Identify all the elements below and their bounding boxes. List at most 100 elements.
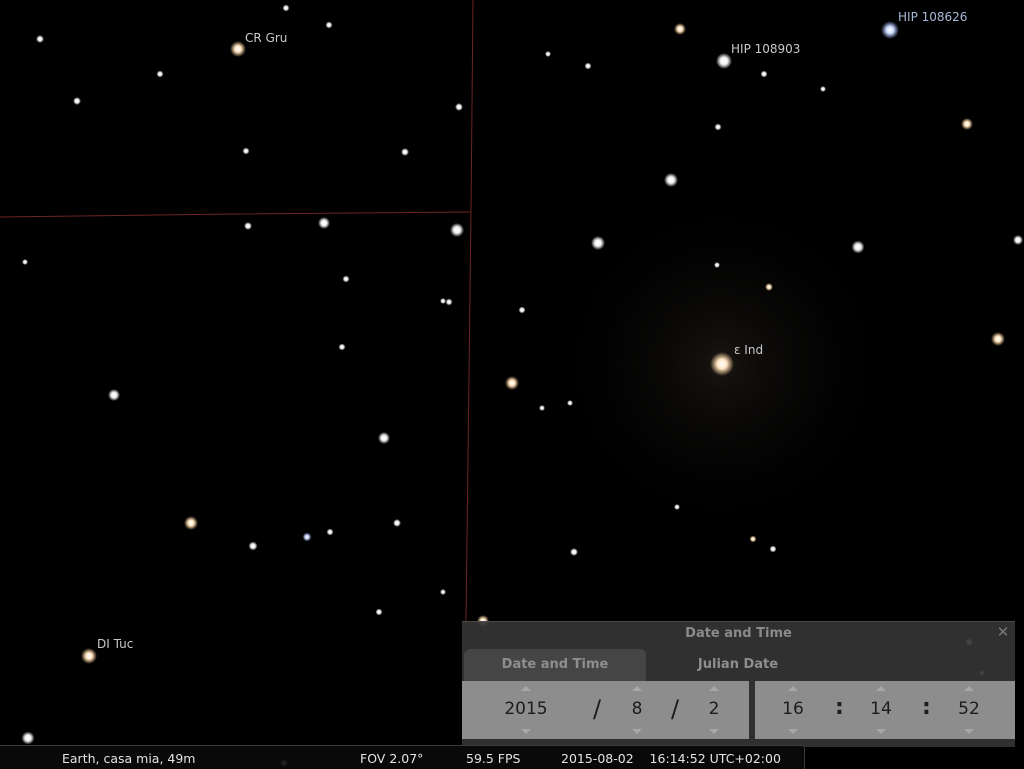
star[interactable] [765, 283, 773, 291]
star[interactable] [73, 97, 81, 105]
time-separator: : [922, 695, 931, 720]
star[interactable] [282, 4, 290, 12]
minute-spinner[interactable]: 14 [861, 681, 901, 739]
hour-up-arrow-icon[interactable] [788, 686, 798, 691]
star[interactable] [714, 262, 720, 268]
star[interactable] [749, 535, 757, 543]
star[interactable] [156, 70, 164, 78]
tab-date-and-time[interactable]: Date and Time [464, 649, 646, 681]
star[interactable] [445, 298, 453, 306]
star[interactable] [991, 332, 1005, 346]
star[interactable] [342, 275, 350, 283]
star[interactable] [248, 541, 258, 551]
second-down-arrow-icon[interactable] [964, 729, 974, 734]
star[interactable] [760, 70, 768, 78]
star[interactable] [22, 259, 28, 265]
constellation-boundary [465, 0, 474, 622]
star[interactable] [567, 400, 573, 406]
year-down-arrow-icon[interactable] [521, 729, 531, 734]
star-label-hip-108903: HIP 108903 [731, 42, 800, 56]
star[interactable] [338, 343, 346, 351]
star[interactable] [714, 123, 722, 131]
star[interactable] [440, 298, 446, 304]
fps-text: 59.5 FPS [466, 751, 521, 766]
star[interactable] [881, 21, 899, 39]
date-separator: / [593, 695, 602, 723]
star[interactable] [450, 223, 464, 237]
star[interactable] [455, 103, 463, 111]
minute-up-arrow-icon[interactable] [876, 686, 886, 691]
day-value[interactable]: 2 [684, 699, 744, 719]
star[interactable] [710, 352, 734, 376]
close-icon[interactable]: ✕ [995, 624, 1011, 640]
day-down-arrow-icon[interactable] [709, 729, 719, 734]
star[interactable] [375, 608, 383, 616]
second-value[interactable]: 52 [939, 699, 999, 719]
star[interactable] [518, 306, 526, 314]
location-text: Earth, casa mia, 49m [62, 751, 196, 766]
star[interactable] [716, 53, 732, 69]
star[interactable] [820, 86, 826, 92]
star[interactable] [302, 532, 312, 542]
dialog-title[interactable]: Date and Time [462, 622, 1015, 646]
star[interactable] [570, 548, 578, 556]
status-bar: Earth, casa mia, 49m FOV 2.07° 59.5 FPS … [0, 745, 805, 769]
hour-spinner[interactable]: 16 [773, 681, 813, 739]
tab-julian-date[interactable]: Julian Date [648, 649, 828, 681]
second-spinner[interactable]: 52 [949, 681, 989, 739]
year-value[interactable]: 2015 [496, 699, 556, 719]
star[interactable] [1013, 235, 1023, 245]
constellation-boundary [0, 211, 472, 218]
star[interactable] [36, 35, 44, 43]
star[interactable] [184, 516, 198, 530]
star[interactable] [244, 222, 252, 230]
star-label-cr-gru: CR Gru [245, 31, 287, 45]
star[interactable] [440, 589, 446, 595]
time-separator: : [835, 695, 844, 720]
day-spinner[interactable]: 2 [694, 681, 734, 739]
star[interactable] [21, 731, 35, 745]
time-panel: 16 : 14 : 52 [755, 681, 1015, 739]
month-value[interactable]: 8 [607, 699, 667, 719]
star[interactable] [81, 648, 97, 664]
star[interactable] [664, 173, 678, 187]
star[interactable] [378, 432, 390, 444]
year-up-arrow-icon[interactable] [521, 686, 531, 691]
star[interactable] [851, 240, 865, 254]
minute-value[interactable]: 14 [851, 699, 911, 719]
month-up-arrow-icon[interactable] [632, 686, 642, 691]
minute-down-arrow-icon[interactable] [876, 729, 886, 734]
star-label-eps-ind: ε Ind [734, 343, 763, 357]
star[interactable] [674, 504, 680, 510]
month-spinner[interactable]: 8 [617, 681, 657, 739]
star[interactable] [505, 376, 519, 390]
hour-down-arrow-icon[interactable] [788, 729, 798, 734]
star[interactable] [961, 118, 973, 130]
fov-text: FOV 2.07° [360, 751, 424, 766]
star[interactable] [545, 51, 551, 57]
star[interactable] [393, 519, 401, 527]
date-panel: 2015 / 8 / 2 [462, 681, 749, 739]
star[interactable] [230, 41, 246, 57]
day-up-arrow-icon[interactable] [709, 686, 719, 691]
star[interactable] [242, 147, 250, 155]
datetime-text: 2015-08-02 16:14:52 UTC+02:00 [561, 751, 781, 766]
star[interactable] [584, 62, 592, 70]
month-down-arrow-icon[interactable] [632, 729, 642, 734]
star[interactable] [325, 21, 333, 29]
second-up-arrow-icon[interactable] [964, 686, 974, 691]
date-time-dialog[interactable]: Date and Time ✕ Date and Time Julian Dat… [462, 621, 1015, 747]
star[interactable] [674, 23, 686, 35]
star[interactable] [318, 217, 330, 229]
star-label-hip-108626: HIP 108626 [898, 10, 967, 24]
star[interactable] [326, 528, 334, 536]
star-label-di-tuc: DI Tuc [97, 637, 133, 651]
hour-value[interactable]: 16 [763, 699, 823, 719]
star[interactable] [769, 545, 777, 553]
date-separator: / [671, 695, 680, 723]
star[interactable] [401, 148, 409, 156]
year-spinner[interactable]: 2015 [504, 681, 548, 739]
star[interactable] [591, 236, 605, 250]
star[interactable] [108, 389, 120, 401]
star[interactable] [539, 405, 545, 411]
